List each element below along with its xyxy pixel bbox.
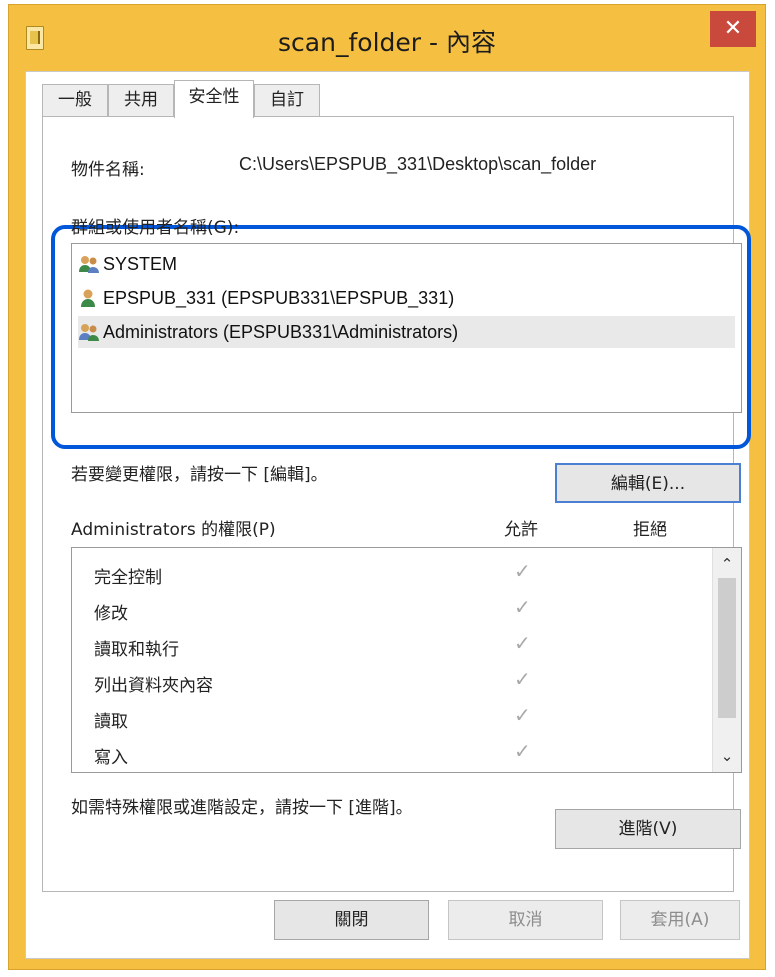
group-name: SYSTEM [103,254,178,274]
list-item[interactable]: Administrators (EPSPUB331\Administrators… [78,316,735,348]
tab-customize[interactable]: 自訂 [254,84,320,117]
object-path: C:\Users\EPSPUB_331\Desktop\scan_folder [239,154,597,174]
single-user-icon [81,289,95,307]
permissions-header: Administrators 的權限(P) [71,520,276,540]
permission-name: 讀取和執行 [94,640,179,660]
security-panel: 物件名稱: C:\Users\EPSPUB_331\Desktop\scan_f… [42,116,751,892]
permission-row: 完全控制 ✓ [72,556,711,592]
allow-column-header: 允許 [504,520,538,540]
edit-button[interactable]: 編輯(E)... [555,463,741,503]
object-name-label: 物件名稱: [71,160,145,180]
groups-listbox[interactable]: SYSTEM EPSPUB_331 (EPSPUB331\EPSPUB_331)… [71,243,742,413]
permission-row: 修改 ✓ [72,592,711,628]
scroll-up-icon[interactable]: ⌃ [713,550,741,578]
allow-check-icon: ✓ [514,559,531,583]
close-window-button[interactable]: ✕ [710,11,756,47]
permission-row: 讀取 ✓ [72,700,711,736]
allow-check-icon: ✓ [514,739,531,763]
allow-check-icon: ✓ [514,703,531,727]
tab-sharing[interactable]: 共用 [108,84,174,117]
title-bar[interactable]: scan_folder - 內容 ✕ [9,5,765,69]
groups-label: 群組或使用者名稱(G): [71,218,240,238]
advanced-button[interactable]: 進階(V) [555,809,741,849]
scroll-down-icon[interactable]: ⌄ [713,742,741,770]
change-permissions-hint: 若要變更權限，請按一下 [編輯]。 [71,465,328,485]
permission-name: 列出資料夾內容 [94,676,213,696]
permission-row: 寫入 ✓ [72,736,711,772]
permission-row: 列出資料夾內容 ✓ [72,664,711,700]
advanced-hint: 如需特殊權限或進階設定，請按一下 [進階]。 [71,798,413,818]
permission-row: 讀取和執行 ✓ [72,628,711,664]
permission-name: 完全控制 [94,568,162,588]
cancel-button[interactable]: 取消 [448,900,603,940]
group-users-icon [79,324,99,341]
permissions-scrollbar[interactable]: ⌃ ⌄ [712,548,741,772]
allow-check-icon: ✓ [514,667,531,691]
group-name: Administrators (EPSPUB331\Administrators… [103,322,459,342]
list-item[interactable]: EPSPUB_331 (EPSPUB331\EPSPUB_331) [78,282,735,314]
dialog-client: 一般 共用 安全性 自訂 物件名稱: C:\Users\EPSPUB_331\D… [25,71,751,959]
deny-column-header: 拒絕 [633,520,667,540]
permission-name: 讀取 [94,712,128,732]
group-users-icon [79,256,99,273]
allow-check-icon: ✓ [514,595,531,619]
properties-window: scan_folder - 內容 ✕ 一般 共用 安全性 自訂 物件名稱: C:… [8,4,766,970]
scroll-thumb[interactable] [718,578,736,718]
permission-name: 寫入 [94,748,128,768]
allow-check-icon: ✓ [514,631,531,655]
user-name: EPSPUB_331 (EPSPUB331\EPSPUB_331) [103,288,455,308]
list-item[interactable]: SYSTEM [78,248,735,280]
tab-general[interactable]: 一般 [42,84,108,117]
permissions-list[interactable]: 完全控制 ✓ 修改 ✓ 讀取和執行 ✓ 列出資料夾內容 ✓ 讀取 ✓ 寫入 ✓ … [71,547,742,773]
tab-security[interactable]: 安全性 [174,80,254,118]
permission-name: 修改 [94,604,128,624]
apply-button[interactable]: 套用(A) [620,900,740,940]
close-button[interactable]: 關閉 [274,900,429,940]
window-title: scan_folder - 內容 [278,28,496,57]
